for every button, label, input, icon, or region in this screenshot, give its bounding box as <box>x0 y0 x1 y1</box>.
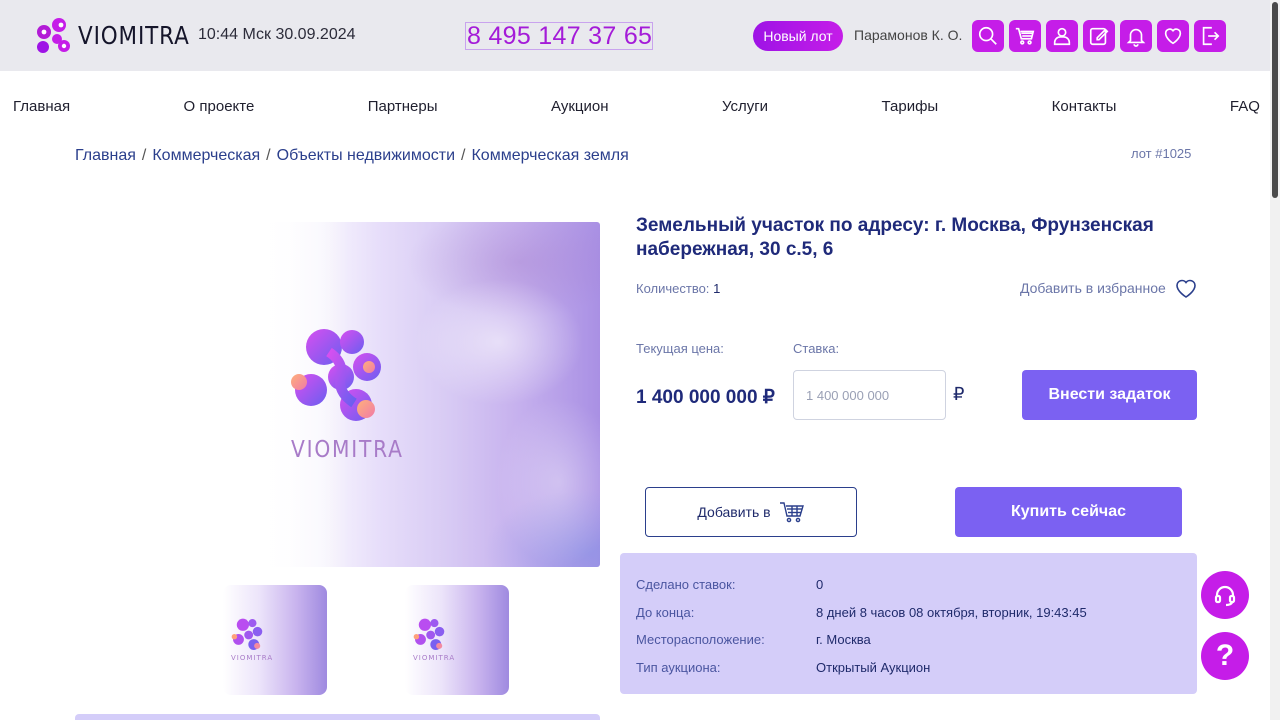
header-icon-toolbar <box>972 20 1226 52</box>
lot-thumbnail[interactable]: VIOMITRA <box>223 585 327 695</box>
phone-number[interactable]: 8 495 147 37 65 <box>465 22 654 50</box>
brand-name: VIOMITRA <box>78 20 190 50</box>
thumb-brand-text: VIOMITRA <box>231 654 274 662</box>
bid-label: Ставка: <box>793 341 840 356</box>
cart-button[interactable] <box>1009 20 1041 52</box>
viomitra-logo-image <box>231 618 263 650</box>
profile-button[interactable] <box>1046 20 1078 52</box>
nav-item-auction[interactable]: Аукцион <box>551 98 609 115</box>
thumb-brand-text: VIOMITRA <box>413 654 456 662</box>
breadcrumb-item[interactable]: Главная <box>75 147 136 165</box>
search-icon <box>978 26 997 45</box>
notifications-button[interactable] <box>1120 20 1152 52</box>
current-price: 1 400 000 000 ₽ <box>636 387 775 408</box>
nav-item-home[interactable]: Главная <box>13 98 70 115</box>
info-value: Открытый Аукцион <box>816 659 931 675</box>
lot-title: Земельный участок по адресу: г. Москва, … <box>636 215 1154 260</box>
bid-currency: ₽ <box>953 384 965 404</box>
info-row-location: Месторасположение: г. Москва <box>636 626 1181 654</box>
breadcrumb-separator: / <box>266 147 271 164</box>
lot-quantity: Количество: 1 <box>636 281 720 296</box>
breadcrumb: Главная / Коммерческая / Объекты недвижи… <box>75 147 629 165</box>
cart-icon <box>1015 27 1035 45</box>
search-button[interactable] <box>972 20 1004 52</box>
favorites-button[interactable] <box>1157 20 1189 52</box>
info-row-ends: До конца: 8 дней 8 часов 08 октября, вто… <box>636 599 1181 627</box>
headset-icon <box>1214 585 1236 607</box>
main-nav: Главная О проекте Партнеры Аукцион Услуг… <box>13 98 1260 115</box>
quantity-value: 1 <box>713 281 721 296</box>
nav-item-tariffs[interactable]: Тарифы <box>882 98 939 115</box>
bid-input[interactable] <box>793 370 946 420</box>
brand-logo-icon <box>37 18 70 53</box>
heart-icon <box>1175 279 1196 298</box>
scrollbar-thumb[interactable] <box>1272 2 1278 198</box>
deposit-button[interactable]: Внести задаток <box>1022 370 1197 420</box>
lot-main-image[interactable]: VIOMITRA <box>259 222 600 567</box>
info-value: 0 <box>816 577 824 593</box>
cart-icon <box>779 502 804 523</box>
nav-item-faq[interactable]: FAQ <box>1230 98 1260 115</box>
nav-item-partners[interactable]: Партнеры <box>368 98 438 115</box>
support-button[interactable] <box>1201 571 1249 619</box>
add-to-cart-label: Добавить в <box>697 504 771 520</box>
help-button[interactable]: ? <box>1201 632 1249 680</box>
info-value: г. Москва <box>816 632 871 648</box>
image-brand-text: VIOMITRA <box>291 437 404 463</box>
lot-number: лот #1025 <box>1131 146 1192 161</box>
help-icon: ? <box>1215 639 1235 672</box>
breadcrumb-separator: / <box>141 147 147 164</box>
lot-info-panel: Сделано ставок: 0 До конца: 8 дней 8 час… <box>620 553 1197 694</box>
header-bar: VIOMITRA 10:44 Мск 30.09.2024 8 495 147 … <box>0 0 1270 71</box>
nav-item-contacts[interactable]: Контакты <box>1052 98 1117 115</box>
info-row-bids: Сделано ставок: 0 <box>636 571 1181 599</box>
info-key: До конца: <box>636 604 695 620</box>
breadcrumb-item[interactable]: Объекты недвижимости <box>277 147 455 165</box>
buy-now-button[interactable]: Купить сейчас <box>955 487 1182 537</box>
logout-icon <box>1202 26 1220 46</box>
nav-item-about[interactable]: О проекте <box>184 98 255 115</box>
logout-button[interactable] <box>1194 20 1226 52</box>
breadcrumb-item[interactable]: Коммерческая <box>152 147 260 165</box>
user-name[interactable]: Парамонов К. О. <box>854 27 962 43</box>
breadcrumb-separator: / <box>461 147 466 164</box>
bell-icon <box>1126 28 1146 47</box>
quantity-label: Количество: <box>636 281 710 296</box>
add-to-cart-button[interactable]: Добавить в <box>645 487 857 537</box>
viomitra-logo-image <box>291 329 381 421</box>
info-row-auction-type: Тип аукциона: Открытый Аукцион <box>636 654 1181 682</box>
new-lot-button[interactable]: Новый лот <box>753 21 843 51</box>
breadcrumb-item[interactable]: Коммерческая земля <box>471 147 628 165</box>
current-price-label: Текущая цена: <box>636 341 724 356</box>
edit-button[interactable] <box>1083 20 1115 52</box>
add-to-favorites-link[interactable]: Добавить в избранное <box>1020 277 1198 299</box>
lot-thumbnail[interactable]: VIOMITRA <box>405 585 509 695</box>
favorite-label: Добавить в избранное <box>1020 280 1166 296</box>
info-value: 8 дней 8 часов 08 октября, вторник, 19:4… <box>816 604 1087 620</box>
viomitra-logo-image <box>413 618 445 650</box>
next-section-edge <box>75 714 600 720</box>
info-key: Сделано ставок: <box>636 577 736 593</box>
info-key: Тип аукциона: <box>636 659 721 675</box>
heart-icon <box>1164 28 1182 45</box>
nav-item-services[interactable]: Услуги <box>722 98 768 115</box>
brand-logo[interactable]: VIOMITRA <box>35 16 208 54</box>
edit-icon <box>1089 27 1109 46</box>
user-icon <box>1053 27 1071 46</box>
current-datetime: 10:44 Мск 30.09.2024 <box>198 26 356 43</box>
info-key: Месторасположение: <box>636 632 765 648</box>
